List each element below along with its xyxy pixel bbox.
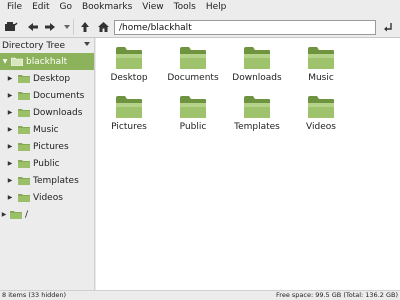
menu-tools[interactable]: Tools <box>169 0 201 15</box>
tree-item-label: Music <box>33 124 59 135</box>
side-pane-header[interactable]: Directory Tree <box>0 38 94 53</box>
expander-collapsed-icon[interactable]: ▶ <box>6 143 14 150</box>
expander-collapsed-icon[interactable]: ▶ <box>6 92 14 99</box>
file-item-public[interactable]: Public <box>164 95 222 141</box>
file-item-label: Music <box>308 73 334 83</box>
home-icon[interactable] <box>96 20 110 34</box>
toolbar <box>0 15 400 38</box>
back-icon[interactable] <box>26 20 40 34</box>
file-item-label: Templates <box>234 122 280 132</box>
folder-icon <box>18 176 30 185</box>
tree-item-label: Public <box>33 158 60 169</box>
expander-collapsed-icon[interactable]: ▶ <box>6 109 14 116</box>
tree-item-root[interactable]: ▶ / <box>0 206 94 223</box>
file-item-documents[interactable]: Documents <box>164 46 222 92</box>
toolbar-separator <box>73 19 74 35</box>
expander-expanded-icon[interactable]: ▼ <box>1 58 9 65</box>
go-icon[interactable] <box>381 20 395 34</box>
expander-collapsed-icon[interactable]: ▶ <box>6 160 14 167</box>
tree-item-label: Pictures <box>33 141 69 152</box>
tree-item-label: Templates <box>33 175 79 186</box>
menu-edit[interactable]: Edit <box>27 0 54 15</box>
folder-icon <box>179 46 207 70</box>
history-dropdown-icon[interactable] <box>60 20 74 34</box>
up-icon[interactable] <box>78 20 92 34</box>
menu-view[interactable]: View <box>137 0 168 15</box>
folder-icon <box>10 57 24 67</box>
file-item-label: Videos <box>306 122 336 132</box>
file-icon-view[interactable]: Desktop Documents Downloads Music Pictur… <box>96 38 400 290</box>
file-item-pictures[interactable]: Pictures <box>100 95 158 141</box>
status-bar: 8 items (33 hidden) Free space: 99.5 GB … <box>0 290 400 300</box>
file-item-label: Pictures <box>111 122 147 132</box>
free-space-text: Free space: 99.5 GB (Total: 136.2 GB) <box>276 291 398 299</box>
file-item-templates[interactable]: Templates <box>228 95 286 141</box>
tree-item-videos[interactable]: ▶ Videos <box>0 189 94 206</box>
side-pane: Directory Tree ▼ blackhalt ▶ Desktop ▶ D… <box>0 38 95 290</box>
folder-icon <box>18 91 30 100</box>
tree-item-downloads[interactable]: ▶ Downloads <box>0 104 94 121</box>
pane-dropdown-icon[interactable] <box>83 40 91 51</box>
file-item-videos[interactable]: Videos <box>292 95 350 141</box>
tree-item-label: blackhalt <box>26 56 68 67</box>
menu-go[interactable]: Go <box>55 0 77 15</box>
tree-item-desktop[interactable]: ▶ Desktop <box>0 70 94 87</box>
tree-item-public[interactable]: ▶ Public <box>0 155 94 172</box>
file-item-downloads[interactable]: Downloads <box>228 46 286 92</box>
folder-icon <box>18 193 30 202</box>
folder-icon <box>18 74 30 83</box>
tree-item-label: Documents <box>33 90 85 101</box>
folder-icon <box>115 95 143 119</box>
expander-collapsed-icon[interactable]: ▶ <box>6 194 14 201</box>
folder-icon <box>243 95 271 119</box>
menu-bar: File Edit Go Bookmarks View Tools Help <box>0 0 400 15</box>
file-item-label: Documents <box>167 73 219 83</box>
tree-item-pictures[interactable]: ▶ Pictures <box>0 138 94 155</box>
location-input[interactable] <box>114 20 376 35</box>
item-count-text: 8 items (33 hidden) <box>2 291 67 299</box>
tree-item-label: / <box>25 209 29 220</box>
folder-icon <box>179 95 207 119</box>
folder-icon <box>18 125 30 134</box>
menu-help[interactable]: Help <box>201 0 232 15</box>
menu-bookmarks[interactable]: Bookmarks <box>77 0 137 15</box>
tree-item-blackhalt[interactable]: ▼ blackhalt <box>0 53 94 70</box>
file-item-label: Downloads <box>232 73 282 83</box>
tree-item-label: Desktop <box>33 73 71 84</box>
file-item-label: Public <box>179 122 207 132</box>
menu-file[interactable]: File <box>0 0 27 15</box>
tree-item-templates[interactable]: ▶ Templates <box>0 172 94 189</box>
folder-icon <box>307 95 335 119</box>
file-item-music[interactable]: Music <box>292 46 350 92</box>
expander-collapsed-icon[interactable]: ▶ <box>6 75 14 82</box>
folder-icon <box>243 46 271 70</box>
folder-icon <box>115 46 143 70</box>
new-tab-icon[interactable] <box>4 20 18 34</box>
expander-collapsed-icon[interactable]: ▶ <box>6 177 14 184</box>
file-item-desktop[interactable]: Desktop <box>100 46 158 92</box>
tree-item-music[interactable]: ▶ Music <box>0 121 94 138</box>
tree-item-label: Downloads <box>33 107 83 118</box>
forward-icon[interactable] <box>43 20 57 34</box>
side-pane-title: Directory Tree <box>2 40 66 51</box>
folder-icon <box>18 142 30 151</box>
folder-icon <box>307 46 335 70</box>
file-item-label: Desktop <box>110 73 148 83</box>
tree-item-documents[interactable]: ▶ Documents <box>0 87 94 104</box>
expander-collapsed-icon[interactable]: ▶ <box>0 211 8 218</box>
tree-item-label: Videos <box>33 192 63 203</box>
folder-icon <box>10 210 22 219</box>
expander-collapsed-icon[interactable]: ▶ <box>6 126 14 133</box>
folder-icon <box>18 159 30 168</box>
folder-icon <box>18 108 30 117</box>
